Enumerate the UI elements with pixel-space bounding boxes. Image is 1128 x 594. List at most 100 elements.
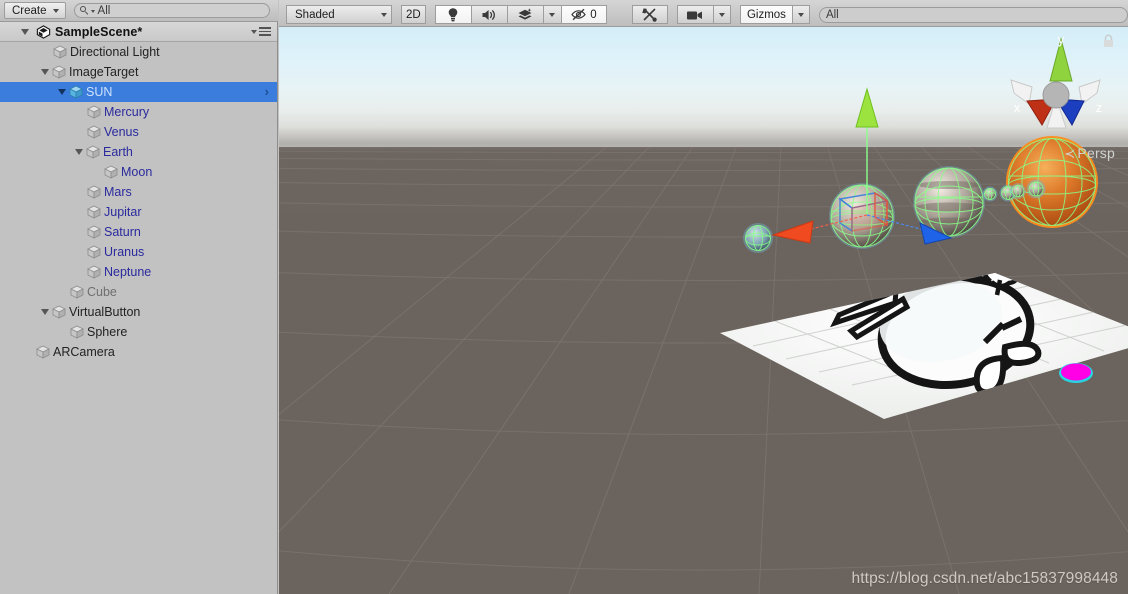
hierarchy-item-saturn[interactable]: Saturn — [0, 222, 277, 242]
hierarchy-item-cube[interactable]: Cube — [0, 282, 277, 302]
hierarchy-item-label: SUN — [86, 85, 113, 99]
chevron-down-icon[interactable] — [75, 149, 83, 155]
hierarchy-item-jupitar[interactable]: Jupitar — [0, 202, 277, 222]
hierarchy-panel: Create All SampleScene* Directional Ligh… — [0, 0, 278, 594]
hierarchy-item-label: Earth — [103, 145, 133, 159]
menu-bars-icon — [259, 27, 271, 37]
gameobject-cube-icon — [52, 305, 66, 319]
search-icon — [79, 6, 89, 15]
scene-viewport[interactable]: y x z ≺ Persp https://blog.csdn.net/abc15… — [279, 27, 1128, 594]
projection-value: Persp — [1077, 145, 1115, 161]
hierarchy-item-directional-light[interactable]: Directional Light — [0, 42, 277, 62]
expander-placeholder — [75, 269, 84, 275]
expander-placeholder — [75, 129, 84, 135]
chevron-down-icon[interactable] — [41, 69, 49, 75]
gizmos-button[interactable]: Gizmos — [739, 5, 792, 24]
chevron-down-icon — [251, 29, 257, 34]
hidden-objects-button[interactable]: 0 — [560, 5, 607, 24]
gameobject-cube-icon — [52, 65, 66, 79]
lightbulb-icon — [449, 8, 458, 22]
toggle-2d-button[interactable]: 2D — [400, 5, 426, 24]
hierarchy-item-label: ARCamera — [53, 345, 115, 359]
gameobject-cube-icon — [70, 325, 84, 339]
shading-mode-label: Shaded — [295, 8, 335, 21]
chevron-down-icon — [52, 8, 59, 13]
hierarchy-item-moon[interactable]: Moon — [0, 162, 277, 182]
effects-icon — [518, 8, 532, 20]
hierarchy-rows: Directional Light ImageTarget SUN › Mercury V… — [0, 42, 277, 362]
scene-search-value: All — [825, 8, 839, 21]
effects-dropdown-button[interactable] — [542, 5, 561, 24]
hierarchy-options-icon[interactable] — [251, 27, 271, 37]
eye-off-icon — [571, 8, 586, 21]
hierarchy-item-arcamera[interactable]: ARCamera — [0, 342, 277, 362]
expander-placeholder — [75, 209, 84, 215]
lock-icon[interactable] — [1102, 34, 1115, 48]
hierarchy-item-label: Uranus — [104, 245, 145, 259]
gameobject-cube-icon — [87, 185, 101, 199]
gizmos-dropdown-button[interactable] — [791, 5, 810, 24]
scene-view-toolbar: Shaded 2D 0 Gizmos All — [279, 0, 1128, 27]
expander-placeholder — [92, 169, 101, 175]
hierarchy-item-sun[interactable]: SUN › — [0, 82, 277, 102]
hierarchy-item-uranus[interactable]: Uranus — [0, 242, 277, 262]
hierarchy-item-earth[interactable]: Earth — [0, 142, 277, 162]
chevron-down-icon[interactable] — [58, 89, 66, 95]
chevron-down-icon — [797, 12, 804, 17]
gizmo-z-label: z — [1096, 100, 1103, 115]
expander-placeholder — [58, 289, 67, 295]
object-mars[interactable] — [1026, 179, 1046, 199]
unity-editor-window: Create All SampleScene* Directional Ligh… — [0, 0, 1128, 594]
scene-tools-button[interactable] — [631, 5, 668, 24]
effects-toggle-button[interactable] — [506, 5, 543, 24]
gameobject-cube-icon — [87, 105, 101, 119]
object-moon[interactable] — [1010, 183, 1026, 199]
hierarchy-item-sphere[interactable]: Sphere — [0, 322, 277, 342]
projection-prefix: ≺ — [1064, 146, 1076, 161]
gameobject-cube-icon — [87, 125, 101, 139]
gizmos-label: Gizmos — [746, 8, 786, 21]
gameobject-cube-icon — [87, 265, 101, 279]
chevron-down-icon — [380, 12, 387, 17]
gameobject-cube-icon — [69, 85, 83, 99]
hierarchy-item-neptune[interactable]: Neptune — [0, 262, 277, 282]
hierarchy-item-label: Directional Light — [70, 45, 160, 59]
chevron-down-icon[interactable] — [41, 309, 49, 315]
hierarchy-item-mars[interactable]: Mars — [0, 182, 277, 202]
object-mercury[interactable] — [743, 223, 773, 253]
shading-mode-dropdown[interactable]: Shaded — [286, 5, 392, 24]
hierarchy-item-label: Mercury — [104, 105, 150, 119]
hierarchy-item-label: VirtualButton — [69, 305, 141, 319]
scene-search-input[interactable]: All — [818, 6, 1128, 23]
create-button-label: Create — [12, 4, 47, 17]
gameobject-cube-icon — [53, 45, 67, 59]
object-virtual-button[interactable] — [1059, 363, 1093, 383]
scene-camera-dropdown-button[interactable] — [712, 5, 731, 24]
hierarchy-scene-row[interactable]: SampleScene* — [0, 22, 277, 42]
hierarchy-item-venus[interactable]: Venus — [0, 122, 277, 142]
scene-camera-button[interactable] — [676, 5, 713, 24]
gameobject-cube-icon — [87, 225, 101, 239]
prefab-open-chevron-icon[interactable]: › — [265, 85, 269, 99]
expander-placeholder — [75, 109, 84, 115]
hierarchy-item-mercury[interactable]: Mercury — [0, 102, 277, 122]
expander-placeholder — [75, 189, 84, 195]
gameobject-cube-icon — [87, 205, 101, 219]
hierarchy-item-label: Sphere — [87, 325, 128, 339]
projection-mode-label[interactable]: ≺ Persp — [1064, 145, 1115, 162]
audio-toggle-button[interactable] — [470, 5, 507, 24]
hierarchy-tree[interactable]: SampleScene* Directional Light ImageTarge… — [0, 22, 277, 594]
hierarchy-search-input[interactable]: All — [73, 3, 270, 18]
scene-name-label: SampleScene* — [55, 24, 143, 39]
lighting-toggle-button[interactable] — [434, 5, 471, 24]
scene-toggles-group: 0 — [434, 5, 607, 24]
gameobject-cube-icon — [86, 145, 100, 159]
hierarchy-item-label: Mars — [104, 185, 132, 199]
create-button[interactable]: Create — [4, 2, 66, 19]
chevron-down-icon[interactable] — [21, 28, 29, 35]
hierarchy-item-imagetarget[interactable]: ImageTarget — [0, 62, 277, 82]
hierarchy-item-label: ImageTarget — [69, 65, 139, 79]
hierarchy-item-virtualbutton[interactable]: VirtualButton — [0, 302, 277, 322]
gameobject-cube-icon — [87, 245, 101, 259]
scene-view-panel: Shaded 2D 0 Gizmos All y x z ≺ Persp htt… — [279, 0, 1128, 594]
